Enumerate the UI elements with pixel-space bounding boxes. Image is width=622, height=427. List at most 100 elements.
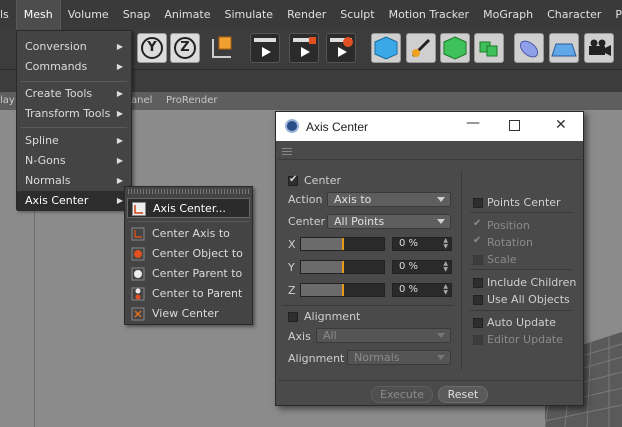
dialog-title: Axis Center	[306, 120, 369, 134]
action-select[interactable]: Axis to	[327, 192, 451, 207]
execute-button[interactable]: Execute	[371, 386, 433, 403]
editor-update-checkbox[interactable]	[473, 335, 483, 345]
axis-center-submenu: Axis Center... Center Axis to Center Obj…	[124, 186, 253, 325]
z-value: 0 %	[399, 284, 419, 295]
auto-update-label: Auto Update	[487, 316, 556, 329]
cinema4d-logo-icon	[285, 119, 299, 133]
world-coordinate-icon[interactable]	[205, 33, 235, 63]
axis-select-value: All	[323, 329, 337, 342]
submenu-item-axis-center-dialog[interactable]: Axis Center...	[127, 198, 250, 218]
render-view-icon[interactable]	[250, 33, 280, 63]
z-axis-button[interactable]: Z	[170, 33, 200, 63]
button-row-divider	[278, 380, 582, 381]
camera-icon[interactable]	[584, 33, 614, 63]
chevron-down-icon	[437, 197, 445, 202]
viewport-header-panel[interactable]: anel	[131, 95, 152, 106]
z-slider[interactable]	[300, 283, 385, 297]
menu-separator	[129, 221, 249, 222]
alignment-checkbox-label: Alignment	[304, 310, 361, 323]
floor-icon[interactable]	[549, 33, 579, 63]
menu-item-spline[interactable]: Spline ▶	[17, 131, 131, 151]
column-divider	[461, 170, 462, 370]
y-slider-handle[interactable]	[342, 261, 344, 273]
menu-item-transform-tools[interactable]: Transform Tools ▶	[17, 104, 131, 124]
menu-mesh[interactable]: Mesh	[15, 0, 61, 30]
spinner-icon[interactable]: ▲ ▼	[443, 238, 448, 250]
menu-item-create-tools[interactable]: Create Tools ▶	[17, 84, 131, 104]
menu-item-axis-center[interactable]: Axis Center ▶	[17, 191, 131, 211]
alignment-select[interactable]: Normals	[347, 350, 451, 365]
spinner-icon[interactable]: ▲ ▼	[443, 284, 448, 296]
subdivision-icon[interactable]	[440, 33, 470, 63]
close-icon[interactable]: ✕	[555, 117, 567, 133]
chevron-down-icon	[437, 333, 445, 338]
center-checkbox[interactable]	[288, 174, 298, 186]
axis-select-label: Axis	[288, 330, 311, 343]
center-select[interactable]: All Points	[327, 214, 451, 229]
tear-off-grip[interactable]	[128, 189, 250, 194]
render-settings-icon[interactable]	[326, 33, 356, 63]
menu-motion-tracker[interactable]: Motion Tracker	[382, 0, 476, 30]
menu-mograph[interactable]: MoGraph	[476, 0, 540, 30]
submenu-item-view-center[interactable]: View Center	[127, 304, 250, 324]
deformer-icon[interactable]	[514, 33, 544, 63]
menu-ls[interactable]: ls	[0, 0, 16, 30]
render-picture-viewer-icon[interactable]	[289, 33, 319, 63]
viewport-header-left[interactable]: lay	[0, 95, 15, 106]
include-children-checkbox[interactable]	[473, 278, 483, 288]
z-value-field[interactable]: 0 % ▲ ▼	[392, 283, 452, 297]
axis-select[interactable]: All	[316, 328, 451, 343]
menu-snap[interactable]: Snap	[116, 0, 158, 30]
cloner-icon[interactable]	[474, 33, 504, 63]
submenu-item-center-axis-to[interactable]: Center Axis to	[127, 224, 250, 244]
submenu-item-label: Center to Parent	[152, 287, 243, 300]
alignment-checkbox[interactable]	[288, 312, 298, 322]
menu-volume[interactable]: Volume	[61, 0, 116, 30]
auto-update-checkbox[interactable]	[473, 318, 483, 328]
center-axis-icon	[131, 227, 145, 241]
menu-character[interactable]: Character	[540, 0, 608, 30]
menu-simulate[interactable]: Simulate	[217, 0, 280, 30]
cube-icon[interactable]	[371, 33, 401, 63]
menu-render[interactable]: Render	[280, 0, 333, 30]
y-value-field[interactable]: 0 % ▲ ▼	[392, 260, 452, 274]
alignment-divider	[282, 305, 454, 306]
minimize-icon[interactable]: —	[466, 115, 480, 131]
pen-icon[interactable]	[406, 33, 436, 63]
maximize-icon[interactable]	[509, 117, 520, 135]
y-axis-button[interactable]: Y	[137, 33, 167, 63]
x-value: 0 %	[399, 238, 419, 249]
viewport-header-prorender[interactable]: ProRender	[166, 95, 217, 106]
x-value-field[interactable]: 0 % ▲ ▼	[392, 237, 452, 251]
right-divider	[470, 269, 572, 270]
chevron-down-icon	[437, 355, 445, 360]
use-all-objects-checkbox[interactable]	[473, 295, 483, 305]
menu-item-label: Transform Tools	[25, 107, 111, 120]
submenu-item-center-object-to[interactable]: Center Object to	[127, 244, 250, 264]
scale-checkbox[interactable]	[473, 255, 483, 265]
scale-label: Scale	[487, 253, 517, 266]
menu-item-conversion[interactable]: Conversion ▶	[17, 37, 131, 57]
reset-button[interactable]: Reset	[438, 386, 488, 403]
menu-animate[interactable]: Animate	[157, 0, 217, 30]
menu-item-normals[interactable]: Normals ▶	[17, 171, 131, 191]
chevron-down-icon	[437, 219, 445, 224]
menu-item-commands[interactable]: Commands ▶	[17, 57, 131, 77]
submenu-item-center-parent-to[interactable]: Center Parent to	[127, 264, 250, 284]
z-slider-handle[interactable]	[342, 284, 344, 296]
menu-pipeline[interactable]: Pipelin	[608, 0, 622, 30]
menu-sculpt[interactable]: Sculpt	[333, 0, 381, 30]
center-to-parent-icon	[131, 287, 145, 301]
z-slider-fill	[301, 284, 343, 296]
x-slider[interactable]	[300, 237, 385, 251]
dialog-titlebar[interactable]: Axis Center — ✕	[276, 112, 583, 141]
menu-separator	[21, 127, 127, 128]
tear-off-grip[interactable]	[282, 146, 292, 155]
points-center-checkbox[interactable]	[473, 198, 483, 208]
x-slider-handle[interactable]	[342, 238, 344, 250]
chevron-right-icon: ▶	[116, 196, 123, 205]
menu-item-n-gons[interactable]: N-Gons ▶	[17, 151, 131, 171]
submenu-item-center-to-parent[interactable]: Center to Parent	[127, 284, 250, 304]
y-slider[interactable]	[300, 260, 385, 274]
spinner-icon[interactable]: ▲ ▼	[443, 261, 448, 273]
